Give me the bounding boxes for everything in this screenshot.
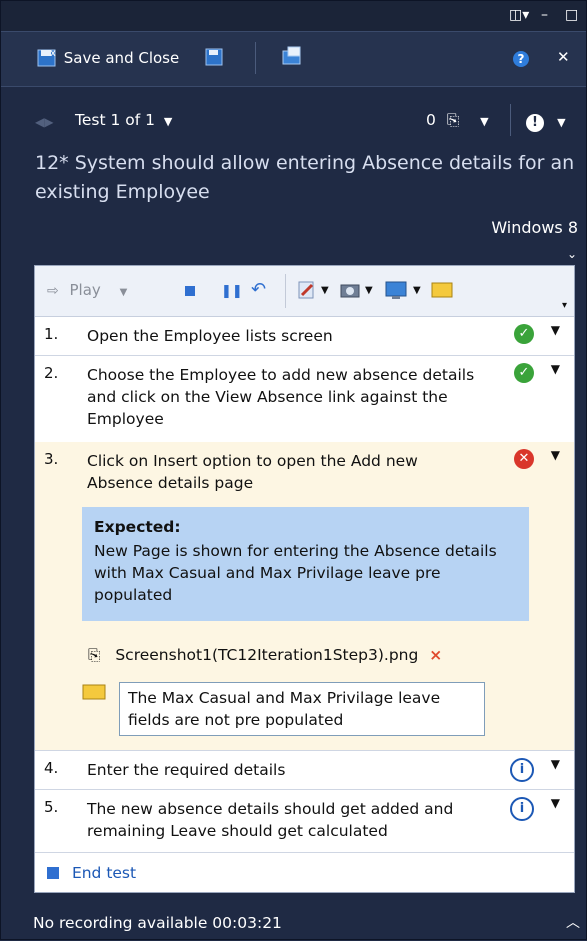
step-text: Click on Insert option to open the Add n… (87, 452, 418, 492)
environment-label: Windows 8 (491, 218, 578, 237)
test-runner-window: ◫▾ – □ x Save and Close ? ✕ ◀▶ Test 1 of… (0, 0, 587, 940)
chevron-down-icon[interactable]: ▼ (551, 362, 560, 376)
chevron-down-icon[interactable]: ▼ (551, 323, 560, 337)
paperclip-icon: ⎘ (446, 111, 460, 129)
layout-menu-icon[interactable]: ◫▾ (509, 7, 529, 23)
attachment-name[interactable]: Screenshot1(TC12Iteration1Step3).png (115, 646, 418, 664)
save-close-icon: x (37, 48, 56, 67)
chevron-down-icon: ▼ (480, 115, 489, 128)
camera-icon[interactable] (340, 282, 360, 298)
expected-text: New Page is shown for entering the Absen… (94, 542, 497, 604)
passed-icon[interactable]: ✓ (514, 324, 534, 344)
chevron-down-icon[interactable]: ▼ (551, 757, 560, 771)
step-number: 1. (44, 325, 59, 343)
chevron-down-icon[interactable]: ▼ (365, 285, 373, 296)
expected-label: Expected: (94, 518, 181, 536)
header-divider (510, 104, 511, 136)
passed-icon[interactable]: ✓ (514, 363, 534, 383)
close-button[interactable]: ✕ (557, 47, 570, 67)
paperclip-icon: ⎘ (88, 646, 101, 664)
stop-icon (47, 867, 59, 879)
step-text: The new absence details should get added… (87, 800, 454, 840)
step-text: Open the Employee lists screen (87, 327, 333, 345)
collapse-chevron-icon[interactable]: ⌄ (567, 247, 577, 261)
save-icon[interactable] (205, 48, 223, 66)
chevron-down-icon[interactable]: ▼ (321, 285, 329, 296)
chevron-down-icon[interactable]: ▾ (562, 300, 567, 311)
save-and-close-button[interactable]: x Save and Close (37, 47, 179, 68)
step-text: Enter the required details (87, 761, 286, 779)
toolbar-divider (255, 42, 256, 74)
step-number: 3. (44, 450, 59, 468)
maximize-button[interactable]: □ (565, 7, 578, 23)
test-counter-label: Test 1 of 1 (75, 111, 155, 129)
chevron-down-icon: ▼ (163, 115, 173, 128)
attachments-count: 0 (426, 111, 436, 129)
help-icon: ? (513, 51, 529, 67)
play-button[interactable]: ⇨ Play ▼ (47, 281, 127, 299)
test-case-title: 12* System should allow entering Absence… (35, 152, 575, 203)
status-bar: No recording available 00:03:21 ︿ (1, 906, 586, 941)
attachment-item[interactable]: ⎘ Screenshot1(TC12Iteration1Step3).png × (88, 646, 442, 665)
chevron-down-icon: ▼ (119, 287, 128, 298)
help-button[interactable]: ? (513, 48, 529, 68)
step-number: 2. (44, 364, 59, 382)
pause-icon[interactable]: ❚❚ (221, 284, 243, 299)
not-run-icon[interactable]: i (510, 758, 534, 782)
not-run-icon[interactable]: i (510, 797, 534, 821)
comment-icon[interactable] (431, 282, 453, 298)
step-text: Choose the Employee to add new absence d… (87, 366, 475, 428)
test-step-2[interactable]: 2. Choose the Employee to add new absenc… (35, 356, 574, 443)
end-test-label: End test (71, 864, 137, 882)
chevron-down-icon[interactable]: ▼ (413, 285, 421, 296)
expected-result-box: Expected: New Page is shown for entering… (82, 507, 529, 621)
minimize-button[interactable]: – (541, 7, 548, 23)
failed-icon[interactable]: ✕ (514, 449, 534, 469)
chevron-down-icon[interactable]: ▼ (551, 796, 560, 810)
main-toolbar: x Save and Close ? ✕ (1, 31, 586, 87)
play-label: Play (69, 281, 101, 299)
attachments-dropdown[interactable]: 0 ⎘ ▼ (426, 111, 489, 130)
step-number: 5. (44, 798, 59, 816)
save-and-close-label: Save and Close (63, 49, 180, 67)
window-title-bar: ◫▾ – □ (1, 1, 586, 31)
test-counter-dropdown[interactable]: Test 1 of 1 ▼ (75, 111, 172, 129)
test-step-5[interactable]: 5. The new absence details should get ad… (35, 790, 574, 853)
end-test-link[interactable]: End test (47, 864, 136, 882)
step-number: 4. (44, 759, 59, 777)
chevron-down-icon: ▼ (557, 116, 566, 129)
comment-icon (82, 684, 106, 700)
create-bug-icon[interactable] (297, 280, 317, 300)
stop-icon[interactable] (185, 286, 195, 296)
test-step-4[interactable]: 4. Enter the required details i ▼ (35, 751, 574, 790)
player-toolbar: ⇨ Play ▼ ❚❚ ↶ ▼ ▼ ▼ ▾ (35, 266, 574, 317)
recording-status: No recording available 00:03:21 (33, 914, 282, 932)
remove-attachment-icon[interactable]: × (429, 646, 442, 664)
chevron-down-icon[interactable]: ▼ (551, 448, 560, 462)
nav-arrows-icon[interactable]: ◀▶ (35, 115, 53, 129)
svg-text:x: x (50, 48, 56, 59)
undo-icon[interactable]: ↶ (251, 279, 266, 300)
open-window-icon[interactable] (281, 46, 303, 66)
test-steps-panel: ⇨ Play ▼ ❚❚ ↶ ▼ ▼ ▼ ▾ 1. Open the Employ… (34, 265, 575, 893)
outcome-dropdown[interactable]: ! ▼ (526, 111, 566, 132)
expand-chevron-icon[interactable]: ︿ (566, 912, 580, 932)
step-comment-field[interactable]: The Max Casual and Max Privilage leave f… (119, 682, 485, 736)
info-icon: ! (526, 114, 544, 132)
player-divider (285, 274, 286, 308)
test-step-1[interactable]: 1. Open the Employee lists screen ✓ ▼ (35, 317, 574, 356)
record-screen-icon[interactable] (385, 279, 407, 301)
play-icon: ⇨ (47, 283, 59, 299)
